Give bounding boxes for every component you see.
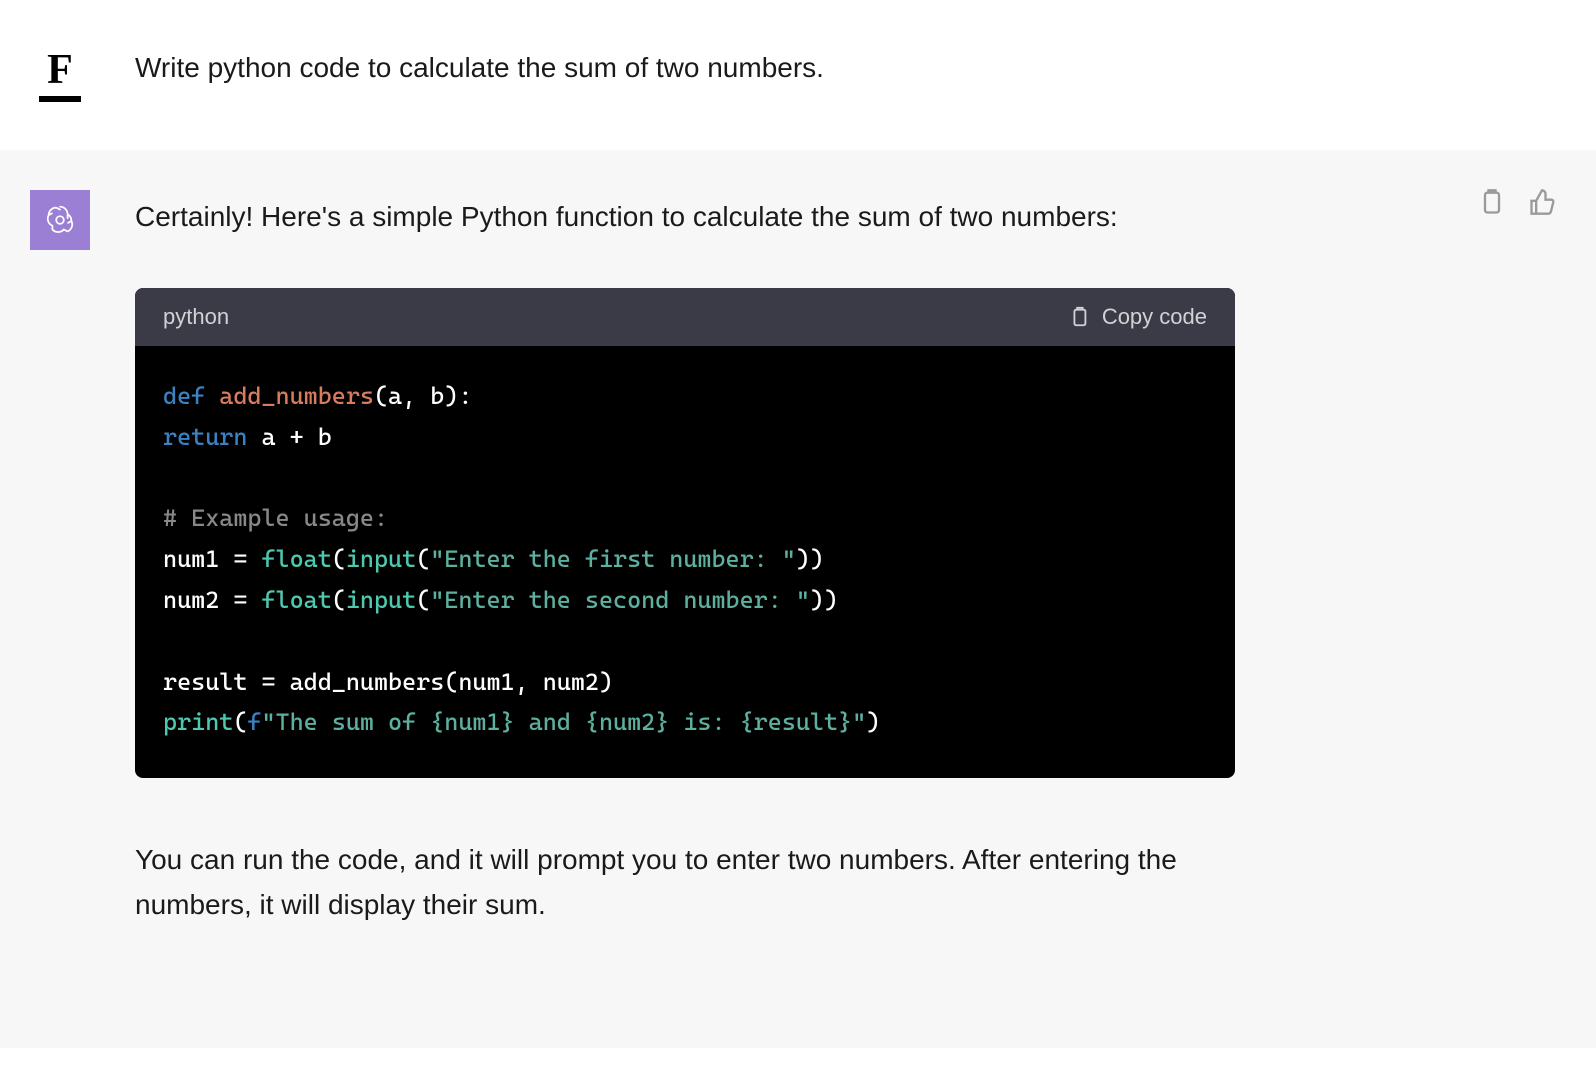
clipboard-icon [1478, 188, 1506, 216]
copy-code-label: Copy code [1102, 304, 1207, 330]
user-avatar-letter: F [47, 46, 73, 94]
message-actions [1478, 188, 1556, 216]
code-body: def add_numbers(a, b): return a + b # Ex… [135, 346, 1235, 778]
assistant-outro-text: You can run the code, and it will prompt… [135, 838, 1235, 928]
user-avatar: F [30, 40, 90, 100]
user-message: F Write python code to calculate the sum… [0, 0, 1596, 150]
code-header: python Copy code [135, 288, 1235, 346]
assistant-message: Certainly! Here's a simple Python functi… [0, 150, 1596, 1048]
assistant-avatar [30, 190, 90, 250]
openai-logo-icon [41, 201, 79, 239]
copy-code-button[interactable]: Copy code [1068, 304, 1207, 330]
copy-message-button[interactable] [1478, 188, 1506, 216]
thumbs-up-button[interactable] [1528, 188, 1556, 216]
code-language-label: python [163, 304, 229, 330]
code-block: python Copy code def add_numbers(a, b): … [135, 288, 1235, 778]
assistant-intro-text: Certainly! Here's a simple Python functi… [135, 190, 1235, 238]
user-message-text: Write python code to calculate the sum o… [135, 40, 824, 87]
assistant-content: Certainly! Here's a simple Python functi… [135, 190, 1235, 928]
clipboard-icon [1068, 304, 1090, 330]
thumbs-up-icon [1528, 188, 1556, 216]
